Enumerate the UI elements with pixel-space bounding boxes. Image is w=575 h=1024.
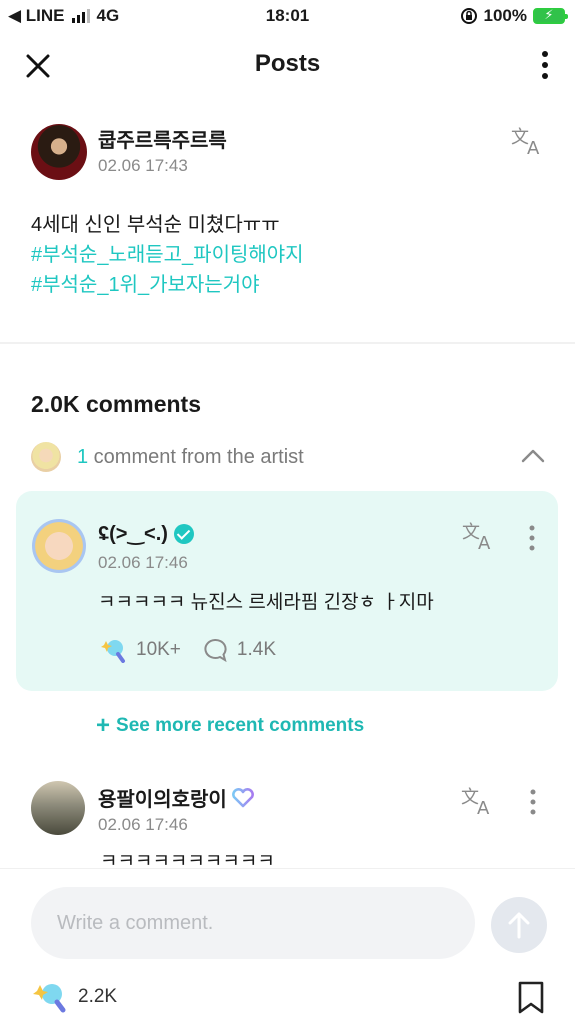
comment-text: ㅋㅋㅋㅋㅋㅋㅋㅋㅋㅋ (100, 851, 275, 868)
artist-comment-name: ʢ(>‿<.) (98, 523, 168, 545)
comment-author-avatar[interactable] (31, 781, 85, 835)
chevron-up-icon[interactable] (521, 448, 545, 464)
hashtag-link[interactable]: #부석순_1위_가보자는거야 (31, 270, 304, 300)
light-count: 10K+ (136, 639, 181, 660)
send-button[interactable] (491, 897, 547, 953)
orientation-lock-icon (460, 8, 477, 24)
artist-avatar (31, 442, 61, 472)
top-app-bar: Posts (0, 36, 575, 96)
artist-comment-time: 02.06 17:46 (98, 553, 188, 572)
artist-comment-count: 1 (77, 446, 89, 468)
translate-icon[interactable]: 文 A (461, 786, 497, 816)
post-light-button[interactable]: 2.2K (32, 981, 117, 1013)
comment-more-icon[interactable] (528, 525, 536, 551)
artist-comment-avatar[interactable] (32, 519, 86, 573)
artist-comment-label: comment from the artist (88, 446, 304, 468)
more-options-icon[interactable] (537, 48, 553, 84)
artist-comment-actions: 10K+ 1.4K (100, 637, 288, 663)
section-divider (0, 342, 575, 344)
light-stick-button[interactable]: 10K+ (100, 637, 181, 663)
battery-icon: ⚡ (533, 7, 568, 24)
svg-text:A: A (478, 533, 491, 551)
post-body: 4세대 신인 부석순 미쳤다ㅠㅠ #부석순_노래듣고_파이팅해야지 #부석순_1… (31, 210, 304, 300)
see-more-comments-link[interactable]: + See more recent comments (96, 712, 365, 739)
artist-comment-card: ʢ(>‿<.) 02.06 17:46 文 A ㅋㅋㅋㅋㅋ 뉴진스 르세라핌 긴… (16, 491, 558, 691)
reply-button[interactable]: 1.4K (203, 638, 276, 662)
comment-input[interactable] (31, 887, 475, 959)
see-more-label: See more recent comments (116, 715, 365, 736)
battery-percent: 100% (483, 6, 527, 25)
comments-count: 2.0K comments (31, 391, 202, 417)
page-title: Posts (254, 50, 321, 77)
membership-heart-icon (231, 787, 254, 807)
artist-comment-author[interactable]: ʢ(>‿<.) (98, 521, 194, 546)
light-stick-icon (101, 640, 125, 663)
hashtag-link[interactable]: #부석순_노래듣고_파이팅해야지 (31, 240, 304, 270)
comment-more-icon[interactable] (529, 789, 537, 815)
comment-bubble-icon (204, 639, 227, 662)
post-text: 4세대 신인 부석순 미쳤다ㅠㅠ (31, 214, 280, 236)
post-author-name[interactable]: 쿱주르륵주르륵 (98, 124, 227, 153)
post-timestamp: 02.06 17:43 (98, 156, 188, 175)
plus-icon: + (96, 712, 111, 739)
arrow-up-icon (508, 912, 530, 939)
translate-icon[interactable]: 文 A (462, 521, 498, 551)
artist-comment-summary: 1 comment from the artist (77, 446, 304, 469)
verified-badge-icon (173, 523, 194, 544)
comment-author[interactable]: 용팔이의호랑이 (98, 783, 255, 812)
translate-icon[interactable]: 文 A (511, 126, 547, 156)
status-bar: ◀ LINE 4G 18:01 100% ⚡ (0, 0, 575, 32)
svg-text:A: A (527, 138, 540, 156)
comment-time: 02.06 17:46 (98, 815, 188, 834)
post-author-avatar[interactable] (31, 124, 87, 180)
light-stick-icon (33, 984, 66, 1013)
artist-comment-toggle[interactable]: 1 comment from the artist (31, 442, 551, 474)
reply-count: 1.4K (236, 639, 276, 660)
artist-comment-text: ㅋㅋㅋㅋㅋ 뉴진스 르세라핌 긴장ㅎ ㅏ지마 (98, 592, 434, 613)
post-light-count: 2.2K (78, 986, 118, 1007)
comment-author-name: 용팔이의호랑이 (98, 789, 227, 811)
bookmark-icon[interactable] (517, 981, 545, 1015)
comment-composer-bar: 2.2K (0, 868, 575, 1024)
svg-text:A: A (477, 798, 490, 816)
